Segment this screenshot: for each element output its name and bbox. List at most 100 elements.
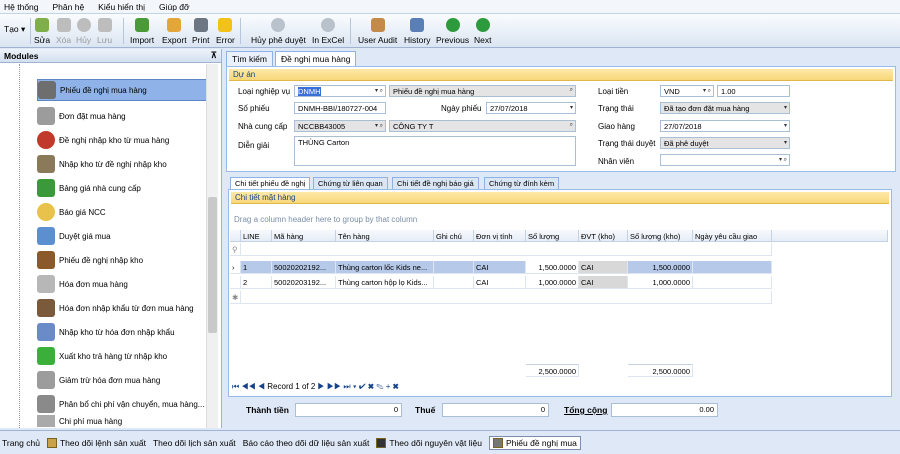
table-cell[interactable]: 1,500.0000 — [628, 261, 693, 274]
column-header[interactable]: LINE — [241, 230, 272, 242]
taskbar-item[interactable]: Báo cáo theo dõi dữ liệu sản xuất — [243, 438, 370, 448]
table-cell[interactable]: Thùng carton hộp lọ Kids... — [336, 276, 434, 289]
previous-button[interactable]: Previous — [436, 16, 469, 45]
business-type-code[interactable]: DNMH ▾ ⌕ — [294, 85, 386, 97]
menu-kieu-hien-thi[interactable]: Kiểu hiển thị — [98, 2, 145, 12]
taskbar-item[interactable]: Theo dõi lệnh sản xuất — [46, 437, 146, 448]
record-navigator[interactable]: ⏮ ◀◀ ◀ Record 1 of 2 ▶ ▶▶ ⏭ ▾ ✔ ✖ ✎ + ✖ — [232, 382, 399, 392]
sidebar-item[interactable]: Bảng giá nhà cung cấp — [37, 177, 141, 199]
export-button[interactable]: Export — [162, 16, 187, 45]
table-cell[interactable]: CAI — [474, 261, 526, 274]
sidebar-item[interactable]: Nhập kho từ hóa đơn nhập khẩu — [37, 321, 175, 343]
column-header[interactable]: Ngày yêu cầu giao — [693, 230, 772, 242]
sidebar-item[interactable]: Báo giá NCC — [37, 201, 106, 223]
delivery-date[interactable]: 27/07/2018 ▾ — [660, 120, 790, 132]
tax-amount[interactable]: 0 — [442, 403, 549, 417]
sidebar-item[interactable]: Hóa đơn mua hàng — [37, 273, 128, 295]
tab-purchase-request[interactable]: Đề nghị mua hàng — [275, 51, 357, 67]
table-cell[interactable]: CAI — [579, 276, 628, 289]
voucher-date[interactable]: 27/07/2018 ▾ — [486, 102, 576, 114]
user-audit-button[interactable]: User Audit — [358, 16, 397, 45]
table-cell[interactable]: 1,000.0000 — [628, 276, 693, 289]
table-cell[interactable]: 1,000.0000 — [526, 276, 579, 289]
sidebar-item[interactable]: Phân bổ chi phí vận chuyển, mua hàng... — [37, 393, 204, 415]
subtab-quote-details[interactable]: Chi tiết đề nghị báo giá — [392, 177, 479, 189]
error-button[interactable]: Error — [216, 16, 235, 45]
menu-phan-he[interactable]: Phân hệ — [53, 2, 85, 12]
status-field[interactable]: Đã tạo đơn đặt mua hàng ▾ — [660, 102, 790, 114]
print-button[interactable]: Print — [192, 16, 209, 45]
taskbar-item[interactable]: Trang chủ — [2, 438, 40, 448]
save-button[interactable]: Lưu — [97, 16, 112, 45]
table-cell[interactable]: 2 — [241, 276, 272, 289]
menu-giup-do[interactable]: Giúp đỡ — [159, 2, 190, 12]
create-button[interactable]: Tạo ▾ — [4, 24, 25, 34]
table-cell[interactable]: Thùng carton lốc Kids ne... — [336, 261, 434, 274]
table-cell[interactable]: CAI — [579, 261, 628, 274]
taskbar-item[interactable]: Theo dõi lịch sản xuất — [153, 438, 236, 448]
delete-button[interactable]: Xóa — [56, 16, 71, 45]
sidebar-item[interactable]: Đề nghị nhập kho từ mua hàng — [37, 129, 169, 151]
table-cell[interactable] — [693, 276, 772, 289]
total-amount[interactable]: 0 — [295, 403, 402, 417]
column-header[interactable]: Mã hàng — [272, 230, 336, 242]
row-indicator[interactable] — [230, 276, 241, 289]
supplier-name[interactable]: CÔNG TY T ⌕ — [389, 120, 576, 132]
sidebar-item[interactable]: Hóa đơn nhập khẩu từ đơn mua hàng — [37, 297, 194, 319]
table-cell[interactable]: 1,500.0000 — [526, 261, 579, 274]
table-cell[interactable]: 50020202192... — [272, 261, 336, 274]
column-header[interactable]: Số lượng — [526, 230, 579, 242]
edit-button[interactable]: Sửa — [34, 16, 50, 45]
filter-row[interactable] — [241, 243, 772, 256]
column-header[interactable]: Số lượng (kho) — [628, 230, 693, 242]
grand-total[interactable]: 0.00 — [611, 403, 718, 417]
new-row-icon[interactable]: ✱ — [230, 291, 241, 304]
sidebar-item[interactable]: Nhập kho từ đề nghị nhập kho — [37, 153, 167, 175]
sidebar-item[interactable]: Duyệt giá mua — [37, 225, 111, 247]
table-cell[interactable] — [434, 276, 474, 289]
column-header[interactable]: Ghi chú — [434, 230, 474, 242]
subtab-details[interactable]: Chi tiết phiếu đề nghị — [230, 177, 311, 189]
sidebar-item[interactable]: Xuất kho trả hàng từ nhập kho — [37, 345, 167, 367]
table-cell[interactable]: CAI — [474, 276, 526, 289]
column-header[interactable]: Tên hàng — [336, 230, 434, 242]
sidebar-item[interactable]: Đơn đặt mua hàng — [37, 105, 126, 127]
description-field[interactable]: THÙNG Carton — [294, 136, 576, 166]
sidebar-item[interactable]: Giảm trừ hóa đơn mua hàng — [37, 369, 160, 391]
pin-icon[interactable]: ⊼ — [211, 50, 217, 61]
table-cell[interactable] — [434, 261, 474, 274]
printer-icon — [193, 18, 208, 32]
sidebar-item[interactable]: Phiếu đề nghị mua hàng — [37, 79, 207, 101]
business-type-name[interactable]: Phiếu đề nghị mua hàng ⌕ — [389, 85, 576, 97]
currency-field[interactable]: VND ▾ ⌕ — [660, 85, 714, 97]
sidebar-scroll-thumb[interactable] — [208, 197, 217, 333]
column-header[interactable]: Đơn vị tính — [474, 230, 526, 242]
approval-status[interactable]: Đã phê duyệt ▾ — [660, 137, 790, 149]
filter-row-icon[interactable]: ⚲ — [230, 243, 241, 256]
subtab-attachments[interactable]: Chứng từ đính kèm — [484, 177, 560, 189]
new-row[interactable] — [241, 291, 772, 304]
table-cell[interactable]: 50020203192... — [272, 276, 336, 289]
tab-search[interactable]: Tìm kiếm — [226, 51, 273, 66]
label: Diễn giải — [238, 141, 270, 150]
unapprove-button[interactable]: Hủy phê duyệt — [251, 16, 306, 45]
sidebar-item[interactable]: Phiếu đề nghị nhập kho — [37, 249, 143, 271]
import-button[interactable]: Import — [130, 16, 154, 45]
voucher-number[interactable]: DNMH-BBI/180727-004 — [294, 102, 386, 114]
menu-he-thong[interactable]: Hệ thống — [4, 2, 39, 12]
exchange-rate[interactable]: 1.00 — [717, 85, 790, 97]
sidebar-item[interactable]: Chi phí mua hàng — [37, 415, 122, 427]
table-cell[interactable]: 1 — [241, 261, 272, 274]
next-button[interactable]: Next — [474, 16, 491, 45]
history-button[interactable]: History — [404, 16, 430, 45]
column-header[interactable]: ĐVT (kho) — [579, 230, 628, 242]
taskbar-item[interactable]: Theo dõi nguyên vật liệu — [376, 437, 482, 448]
row-indicator[interactable]: › — [230, 261, 241, 274]
cancel-button[interactable]: Hủy — [76, 16, 91, 45]
taskbar-item-active[interactable]: Phiếu đề nghị mua — [488, 435, 581, 450]
employee-field[interactable]: ▾ ⌕ — [660, 154, 790, 166]
supplier-code[interactable]: NCCBB43005 ▾ ⌕ — [294, 120, 386, 132]
table-cell[interactable] — [693, 261, 772, 274]
excel-button[interactable]: In ExCel — [312, 16, 344, 45]
subtab-related-docs[interactable]: Chứng từ liên quan — [313, 177, 388, 189]
